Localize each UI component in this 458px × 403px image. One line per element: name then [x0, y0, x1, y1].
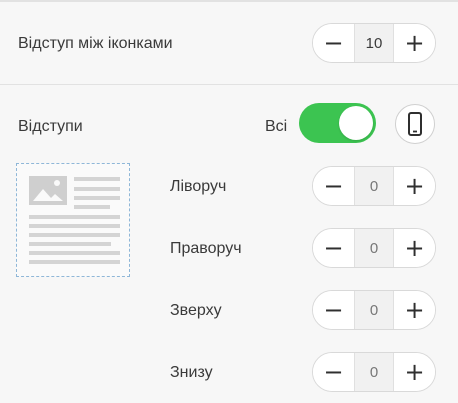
padding-bottom-increment-button[interactable]: +	[394, 353, 435, 391]
padding-left-increment-button[interactable]: +	[394, 167, 435, 205]
padding-preview	[16, 163, 130, 277]
top-divider	[0, 0, 458, 2]
padding-bottom-label: Знизу	[170, 364, 213, 381]
padding-bottom-decrement-button[interactable]: −	[313, 353, 354, 391]
paddings-label: Відступи	[18, 118, 83, 135]
padding-top-stepper: − 0 +	[312, 290, 436, 330]
padding-right-value[interactable]: 0	[354, 229, 394, 267]
icon-spacing-decrement-button[interactable]: −	[313, 24, 354, 62]
padding-right-label: Праворуч	[170, 240, 242, 257]
icon-spacing-stepper: − 10 +	[312, 23, 436, 63]
padding-left-label: Ліворуч	[170, 178, 227, 195]
padding-top-increment-button[interactable]: +	[394, 291, 435, 329]
padding-right-increment-button[interactable]: +	[394, 229, 435, 267]
icon-spacing-label: Відступ між іконками	[18, 35, 173, 52]
text-image-layout-icon	[29, 176, 120, 264]
padding-bottom-stepper: − 0 +	[312, 352, 436, 392]
padding-left-decrement-button[interactable]: −	[313, 167, 354, 205]
padding-right-stepper: − 0 +	[312, 228, 436, 268]
section-divider	[0, 84, 458, 85]
padding-top-decrement-button[interactable]: −	[313, 291, 354, 329]
padding-left-stepper: − 0 +	[312, 166, 436, 206]
all-sides-label: Всі	[265, 118, 288, 135]
padding-bottom-value[interactable]: 0	[354, 353, 394, 391]
icon-spacing-value[interactable]: 10	[354, 24, 394, 62]
all-sides-toggle[interactable]	[299, 103, 376, 143]
padding-right-decrement-button[interactable]: −	[313, 229, 354, 267]
padding-left-value[interactable]: 0	[354, 167, 394, 205]
mobile-view-button[interactable]	[395, 104, 435, 144]
padding-top-label: Зверху	[170, 302, 222, 319]
toggle-knob	[339, 106, 373, 140]
mobile-phone-icon	[408, 112, 422, 136]
padding-top-value[interactable]: 0	[354, 291, 394, 329]
icon-spacing-increment-button[interactable]: +	[394, 24, 435, 62]
